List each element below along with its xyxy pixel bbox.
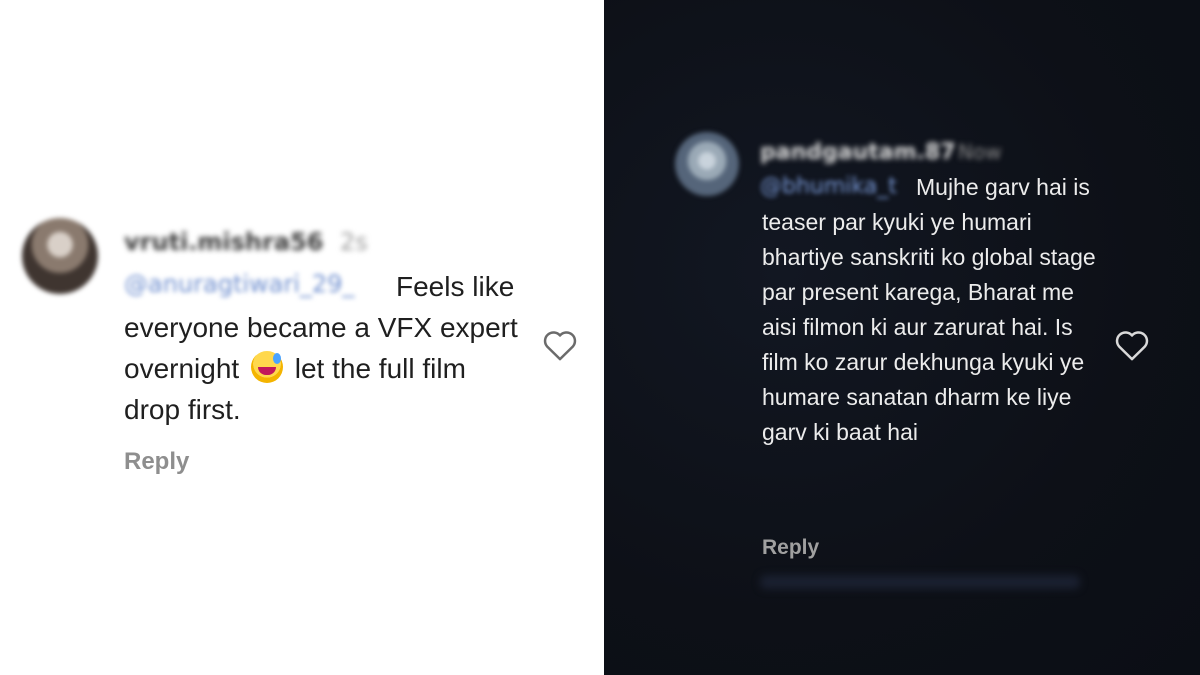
avatar[interactable] <box>675 132 739 196</box>
comment-username[interactable]: vruti.mishra56 <box>124 228 323 256</box>
comment-timestamp: 2s <box>340 228 368 256</box>
reply-button[interactable]: Reply <box>124 448 189 476</box>
comment-username[interactable]: pandgautam.87 <box>760 140 956 165</box>
grinning-sweat-emoji-icon <box>250 351 283 383</box>
heart-outline-icon[interactable] <box>1112 325 1152 365</box>
avatar[interactable] <box>22 218 98 294</box>
comment-timestamp: Now <box>958 140 1002 164</box>
comment-text: Mujhe garv hai is teaser par kyuki ye hu… <box>762 174 1096 445</box>
comment-text: Feels like everyone became a VFX expert … <box>124 266 524 430</box>
reply-button[interactable]: Reply <box>762 536 819 560</box>
heart-outline-icon[interactable] <box>540 325 580 365</box>
blurred-next-comment <box>760 575 1080 589</box>
left-comment-panel: vruti.mishra56 2s @anuragtiwari_29_ Feel… <box>0 0 604 675</box>
